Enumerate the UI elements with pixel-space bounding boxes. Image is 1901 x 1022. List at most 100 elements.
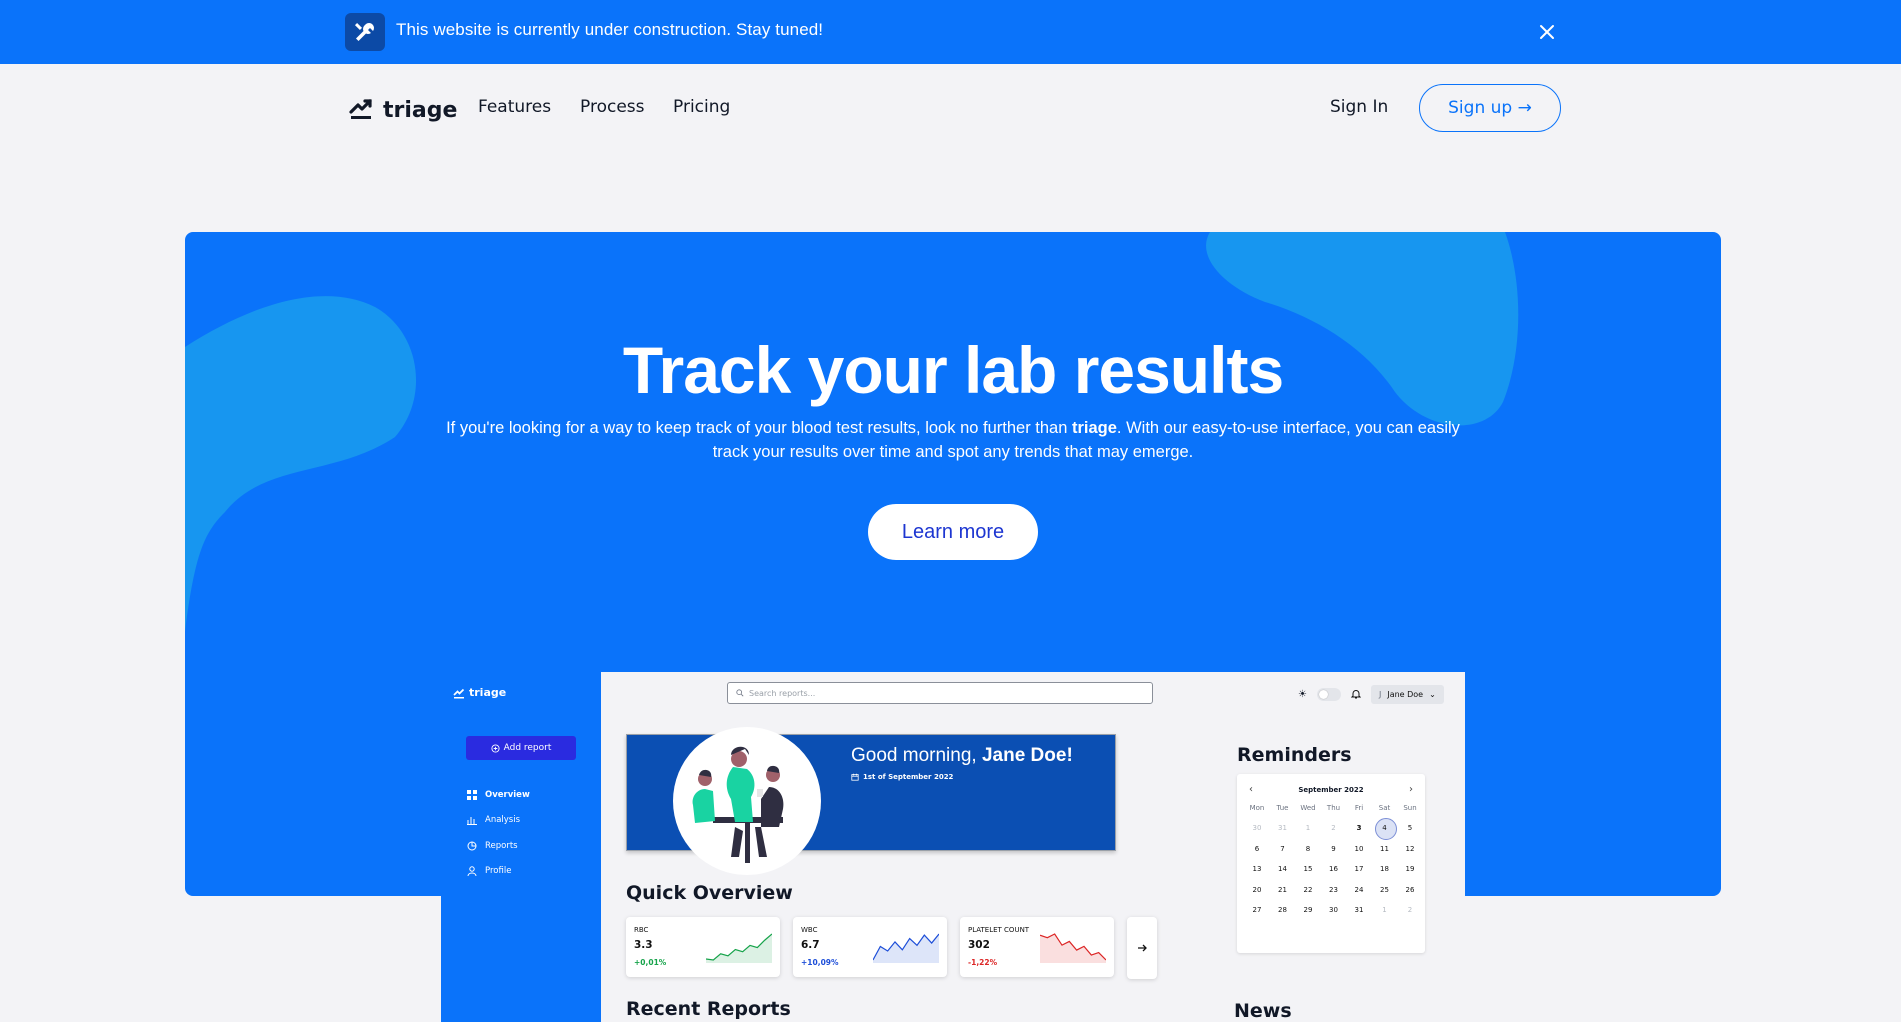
calendar-day[interactable]: 17 bbox=[1347, 859, 1371, 879]
hero-brand-highlight: triage bbox=[1071, 419, 1117, 437]
theme-toggle[interactable] bbox=[1316, 688, 1341, 701]
calendar-weekday: Wed bbox=[1300, 804, 1316, 812]
quick-card-value: 302 bbox=[968, 939, 990, 951]
calendar-icon bbox=[851, 773, 859, 781]
close-icon[interactable] bbox=[1537, 22, 1557, 42]
trend-icon bbox=[349, 96, 373, 124]
search-input[interactable]: Search reports... bbox=[727, 682, 1153, 704]
calendar-weekday: Thu bbox=[1326, 804, 1341, 812]
app-preview: triage Add report Overview Analysis Repo… bbox=[441, 672, 1465, 1022]
quick-card-label: WBC bbox=[801, 926, 818, 934]
sidebar-item-reports[interactable]: Reports bbox=[467, 841, 518, 851]
hero-title: Track your lab results bbox=[622, 333, 1284, 407]
calendar-day[interactable]: 4 bbox=[1373, 818, 1397, 840]
calendar-day[interactable]: 25 bbox=[1373, 880, 1397, 900]
calendar-day[interactable]: 11 bbox=[1373, 839, 1397, 859]
calendar-day[interactable]: 20 bbox=[1245, 880, 1269, 900]
quick-card-label: PLATELET COUNT bbox=[968, 926, 1030, 934]
app-main: Search reports... ☀ J Jane Doe ⌄ Good mo… bbox=[601, 672, 1465, 1022]
grid-icon bbox=[467, 790, 477, 800]
sidebar-item-profile[interactable]: Profile bbox=[467, 866, 511, 876]
brand-logo[interactable]: triage bbox=[349, 96, 457, 124]
quick-overview-title: Quick Overview bbox=[626, 882, 793, 904]
sidebar-item-overview[interactable]: Overview bbox=[467, 790, 530, 800]
calendar-day[interactable]: 5 bbox=[1398, 818, 1422, 838]
plus-circle-icon bbox=[491, 743, 500, 753]
user-menu[interactable]: J Jane Doe ⌄ bbox=[1370, 685, 1444, 704]
calendar-weekday: Tue bbox=[1276, 804, 1289, 812]
calendar-day[interactable]: 7 bbox=[1271, 839, 1295, 859]
learn-more-button[interactable]: Learn more bbox=[868, 504, 1038, 560]
calendar-day[interactable]: 31 bbox=[1347, 900, 1371, 920]
bar-chart-icon bbox=[467, 817, 477, 825]
calendar-day[interactable]: 30 bbox=[1245, 818, 1269, 838]
nav-link-process[interactable]: Process bbox=[580, 97, 645, 117]
calendar-month: September 2022 bbox=[1298, 786, 1364, 794]
sign-in-link[interactable]: Sign In bbox=[1330, 97, 1388, 117]
calendar-day[interactable]: 16 bbox=[1322, 859, 1346, 879]
calendar-day[interactable]: 18 bbox=[1373, 859, 1397, 879]
calendar-day[interactable]: 12 bbox=[1398, 839, 1422, 859]
sun-icon: ☀ bbox=[1298, 689, 1307, 700]
calendar-day[interactable]: 23 bbox=[1322, 880, 1346, 900]
user-name: Jane Doe bbox=[1387, 690, 1424, 699]
calendar-day[interactable]: 13 bbox=[1245, 859, 1269, 879]
quick-card-change: -1,22% bbox=[968, 958, 998, 967]
calendar-day[interactable]: 14 bbox=[1271, 859, 1295, 879]
news-title: News bbox=[1234, 1000, 1292, 1022]
sign-up-button[interactable]: Sign up → bbox=[1419, 84, 1561, 132]
app-brand-name: triage bbox=[469, 686, 507, 699]
quick-card-rbc[interactable]: RBC 3.3 +0,01% bbox=[626, 917, 780, 977]
calendar-day[interactable]: 10 bbox=[1347, 839, 1371, 859]
hero-description: If you're looking for a way to keep trac… bbox=[446, 419, 1460, 461]
calendar-day[interactable]: 21 bbox=[1271, 880, 1295, 900]
quick-card-value: 3.3 bbox=[634, 939, 653, 951]
calendar: ‹ September 2022 › Mon Tue Wed Thu Fri Sat Sun… bbox=[1237, 774, 1425, 953]
announcement-banner: This website is currently under construc… bbox=[0, 0, 1901, 64]
calendar-day[interactable]: 15 bbox=[1296, 859, 1320, 879]
user-icon bbox=[467, 866, 477, 876]
calendar-day[interactable]: 26 bbox=[1398, 880, 1422, 900]
add-report-button[interactable]: Add report bbox=[466, 736, 576, 760]
people-illustration bbox=[673, 727, 821, 875]
calendar-day[interactable]: 1 bbox=[1296, 818, 1320, 838]
calendar-day[interactable]: 19 bbox=[1398, 859, 1422, 879]
quick-card-platelet[interactable]: PLATELET COUNT 302 -1,22% bbox=[960, 917, 1114, 977]
bell-icon[interactable] bbox=[1350, 689, 1362, 701]
calendar-day[interactable]: 29 bbox=[1296, 900, 1320, 920]
calendar-day[interactable]: 27 bbox=[1245, 900, 1269, 920]
calendar-day[interactable]: 24 bbox=[1347, 880, 1371, 900]
sidebar-item-label: Reports bbox=[485, 841, 518, 851]
calendar-day[interactable]: 1 bbox=[1373, 900, 1397, 920]
calendar-day[interactable]: 3 bbox=[1347, 818, 1371, 838]
calendar-day[interactable]: 9 bbox=[1322, 839, 1346, 859]
arrow-right-icon bbox=[1138, 944, 1147, 952]
chevron-right-icon[interactable]: › bbox=[1409, 784, 1413, 795]
calendar-day[interactable]: 30 bbox=[1322, 900, 1346, 920]
report-icon bbox=[467, 841, 477, 851]
calendar-day[interactable]: 28 bbox=[1271, 900, 1295, 920]
calendar-day[interactable]: 22 bbox=[1296, 880, 1320, 900]
nav-link-features[interactable]: Features bbox=[478, 97, 551, 117]
calendar-day[interactable]: 6 bbox=[1245, 839, 1269, 859]
sidebar-item-analysis[interactable]: Analysis bbox=[467, 815, 520, 825]
quick-card-wbc[interactable]: WBC 6.7 +10,09% bbox=[793, 917, 947, 977]
calendar-day[interactable]: 31 bbox=[1271, 818, 1295, 838]
sparkline-area bbox=[706, 934, 772, 963]
calendar-day[interactable]: 8 bbox=[1296, 839, 1320, 859]
app-topbar-controls: ☀ J Jane Doe ⌄ bbox=[1298, 685, 1444, 704]
nav-link-pricing[interactable]: Pricing bbox=[673, 97, 730, 117]
greeting-name: Jane Doe! bbox=[981, 745, 1073, 766]
app-sidebar: triage Add report Overview Analysis Repo… bbox=[441, 672, 601, 1022]
calendar-day[interactable]: 2 bbox=[1398, 900, 1422, 920]
sparkline-chart bbox=[706, 933, 772, 963]
sidebar-item-label: Overview bbox=[485, 790, 530, 800]
greeting-card: Good morning, Jane Doe! 1st of September… bbox=[626, 727, 1116, 875]
banner-message: This website is currently under construc… bbox=[396, 20, 824, 39]
tools-icon bbox=[345, 13, 385, 51]
avatar: J bbox=[1378, 690, 1382, 699]
calendar-weekday: Sun bbox=[1403, 804, 1417, 812]
quick-card-change: +0,01% bbox=[634, 958, 667, 967]
next-arrow-button[interactable] bbox=[1127, 917, 1157, 979]
calendar-day[interactable]: 2 bbox=[1322, 818, 1346, 838]
